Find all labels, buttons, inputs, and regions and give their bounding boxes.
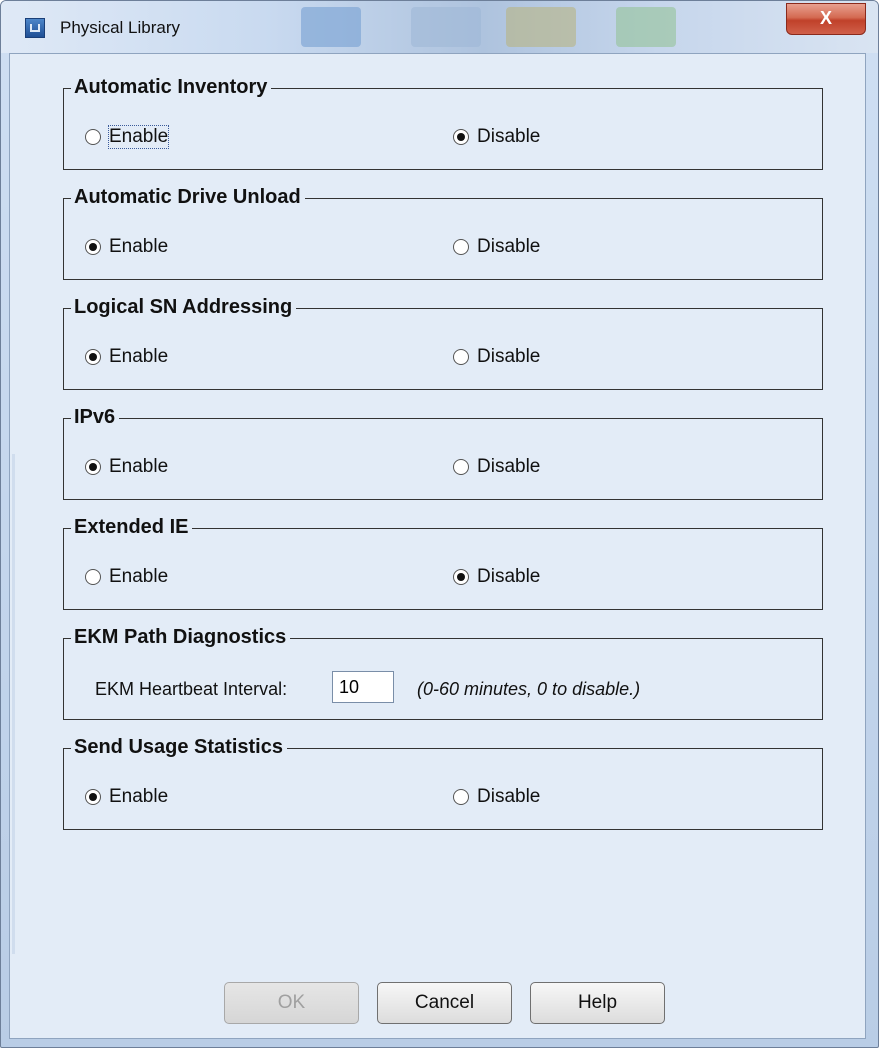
ekm-interval-hint: (0-60 minutes, 0 to disable.) <box>417 679 641 699</box>
radio-label: Enable <box>109 786 169 807</box>
automatic-drive-unload-enable-radio[interactable]: Enable <box>85 234 168 260</box>
automatic-inventory-group: Automatic Inventory Enable Disable <box>63 74 823 170</box>
group-title: Extended IE <box>71 514 193 540</box>
radio-label: Disable <box>477 236 541 257</box>
radio-circle[interactable] <box>85 349 101 365</box>
radio-label: Disable <box>477 456 541 477</box>
automatic-inventory-enable-radio[interactable]: Enable <box>85 124 170 150</box>
close-button[interactable]: X <box>786 3 866 35</box>
radio-circle[interactable] <box>85 239 101 255</box>
title-bar[interactable]: Physical Library X <box>1 1 878 53</box>
radio-circle[interactable] <box>453 239 469 255</box>
group-title: Send Usage Statistics <box>71 734 287 760</box>
send-usage-statistics-enable-radio[interactable]: Enable <box>85 784 168 810</box>
radio-label: Enable <box>107 125 170 149</box>
radio-label: Enable <box>109 566 169 587</box>
automatic-drive-unload-group: Automatic Drive Unload Enable Disable <box>63 184 823 280</box>
extended-ie-enable-radio[interactable]: Enable <box>85 564 168 590</box>
ekm-path-diagnostics-group: EKM Path Diagnostics EKM Heartbeat Inter… <box>63 624 823 720</box>
radio-circle[interactable] <box>453 569 469 585</box>
radio-label: Enable <box>109 456 169 477</box>
radio-circle[interactable] <box>453 789 469 805</box>
logical-sn-addressing-disable-radio[interactable]: Disable <box>453 344 540 370</box>
group-title: IPv6 <box>71 404 120 430</box>
ipv6-group: IPv6 Enable Disable <box>63 404 823 500</box>
radio-circle[interactable] <box>85 129 101 145</box>
send-usage-statistics-group: Send Usage Statistics Enable Disable <box>63 734 823 830</box>
logical-sn-addressing-group: Logical SN Addressing Enable Disable <box>63 294 823 390</box>
radio-circle[interactable] <box>85 459 101 475</box>
window-title: Physical Library <box>60 18 180 37</box>
radio-label: Disable <box>477 126 541 147</box>
send-usage-statistics-disable-radio[interactable]: Disable <box>453 784 540 810</box>
dialog-content: Automatic Inventory Enable Disable Autom… <box>9 53 866 1039</box>
ipv6-enable-radio[interactable]: Enable <box>85 454 168 480</box>
logical-sn-addressing-enable-radio[interactable]: Enable <box>85 344 168 370</box>
extended-ie-disable-radio[interactable]: Disable <box>453 564 540 590</box>
radio-label: Disable <box>477 346 541 367</box>
radio-circle[interactable] <box>85 789 101 805</box>
automatic-drive-unload-disable-radio[interactable]: Disable <box>453 234 540 260</box>
ekm-heartbeat-interval-label: EKM Heartbeat Interval: <box>95 679 288 699</box>
radio-label: Enable <box>109 236 169 257</box>
ekm-heartbeat-interval-input[interactable] <box>332 671 394 703</box>
app-icon <box>25 18 45 38</box>
ipv6-disable-radio[interactable]: Disable <box>453 454 540 480</box>
automatic-inventory-disable-radio[interactable]: Disable <box>453 124 540 150</box>
group-title: Automatic Inventory <box>71 74 272 100</box>
cancel-button[interactable]: Cancel <box>377 982 512 1024</box>
group-title: Logical SN Addressing <box>71 294 297 320</box>
group-title: Automatic Drive Unload <box>71 184 305 210</box>
help-button[interactable]: Help <box>530 982 665 1024</box>
extended-ie-group: Extended IE Enable Disable <box>63 514 823 610</box>
ok-button[interactable]: OK <box>224 982 359 1024</box>
radio-circle[interactable] <box>453 349 469 365</box>
radio-label: Disable <box>477 786 541 807</box>
radio-circle[interactable] <box>85 569 101 585</box>
radio-circle[interactable] <box>453 129 469 145</box>
radio-label: Enable <box>109 346 169 367</box>
physical-library-dialog: Physical Library X Automatic Inventory E… <box>0 0 879 1048</box>
radio-label: Disable <box>477 566 541 587</box>
radio-circle[interactable] <box>453 459 469 475</box>
group-title: EKM Path Diagnostics <box>71 624 291 650</box>
